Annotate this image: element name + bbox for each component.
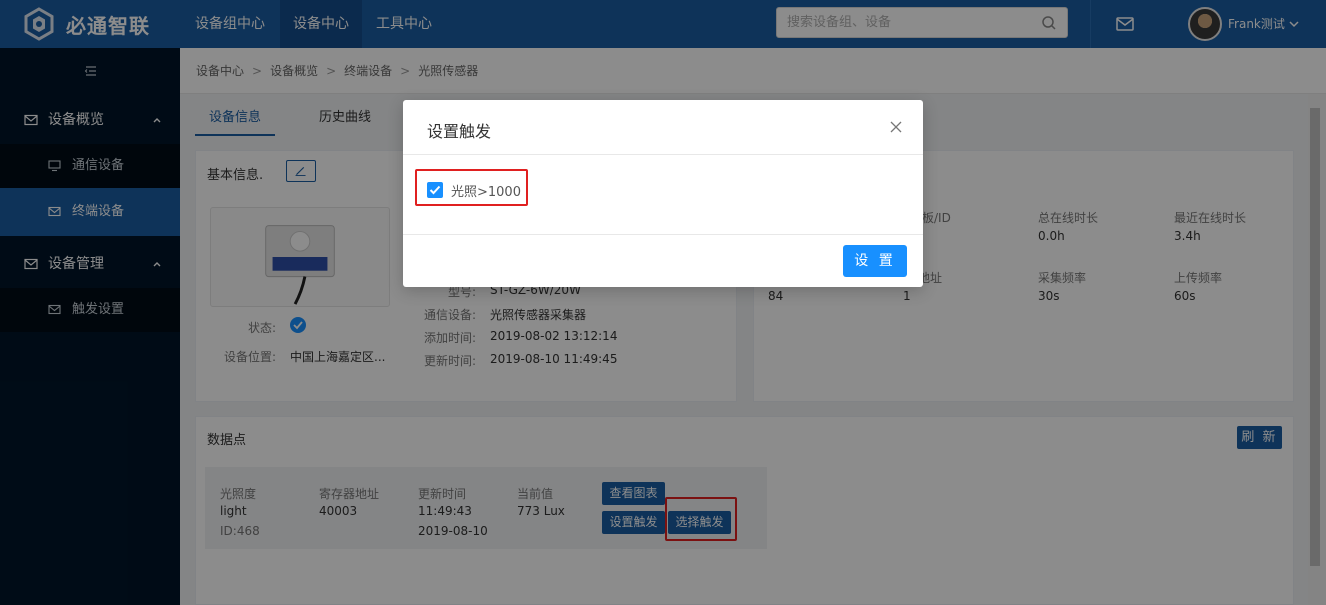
set-trigger-dialog: 设置触发 光照>1000 设 置 — [403, 100, 923, 287]
confirm-set-button[interactable]: 设 置 — [843, 245, 907, 277]
highlight-box — [415, 169, 528, 206]
dialog-title: 设置触发 — [427, 122, 492, 141]
dialog-divider — [403, 234, 923, 235]
close-icon[interactable] — [889, 120, 903, 134]
modal-overlay[interactable] — [0, 0, 1326, 605]
dialog-divider — [403, 154, 923, 155]
